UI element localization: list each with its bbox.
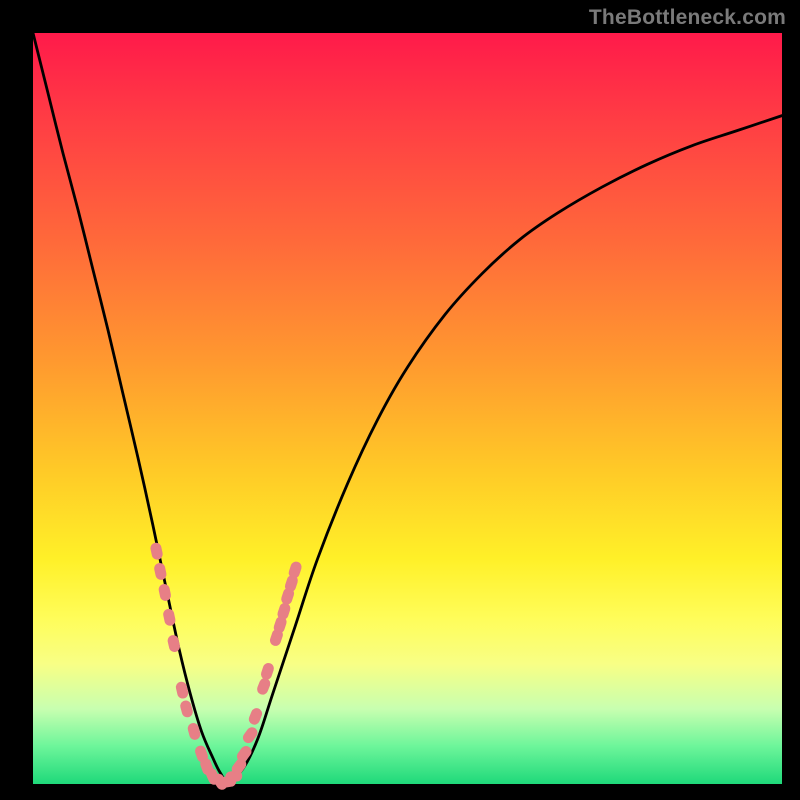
curve-marker (167, 635, 180, 653)
chart-frame: TheBottleneck.com (0, 0, 800, 800)
curve-marker (150, 542, 163, 560)
watermark-text: TheBottleneck.com (589, 6, 786, 30)
curve-marker (288, 561, 303, 579)
curve-marker (277, 602, 292, 620)
curve-marker (256, 677, 271, 696)
curve-path (33, 33, 782, 780)
curve-marker (248, 707, 263, 726)
curve-marker (154, 563, 167, 581)
bottleneck-curve (33, 33, 782, 784)
curve-marker (158, 584, 171, 602)
curve-marker (163, 608, 176, 626)
curve-marker (260, 662, 275, 680)
